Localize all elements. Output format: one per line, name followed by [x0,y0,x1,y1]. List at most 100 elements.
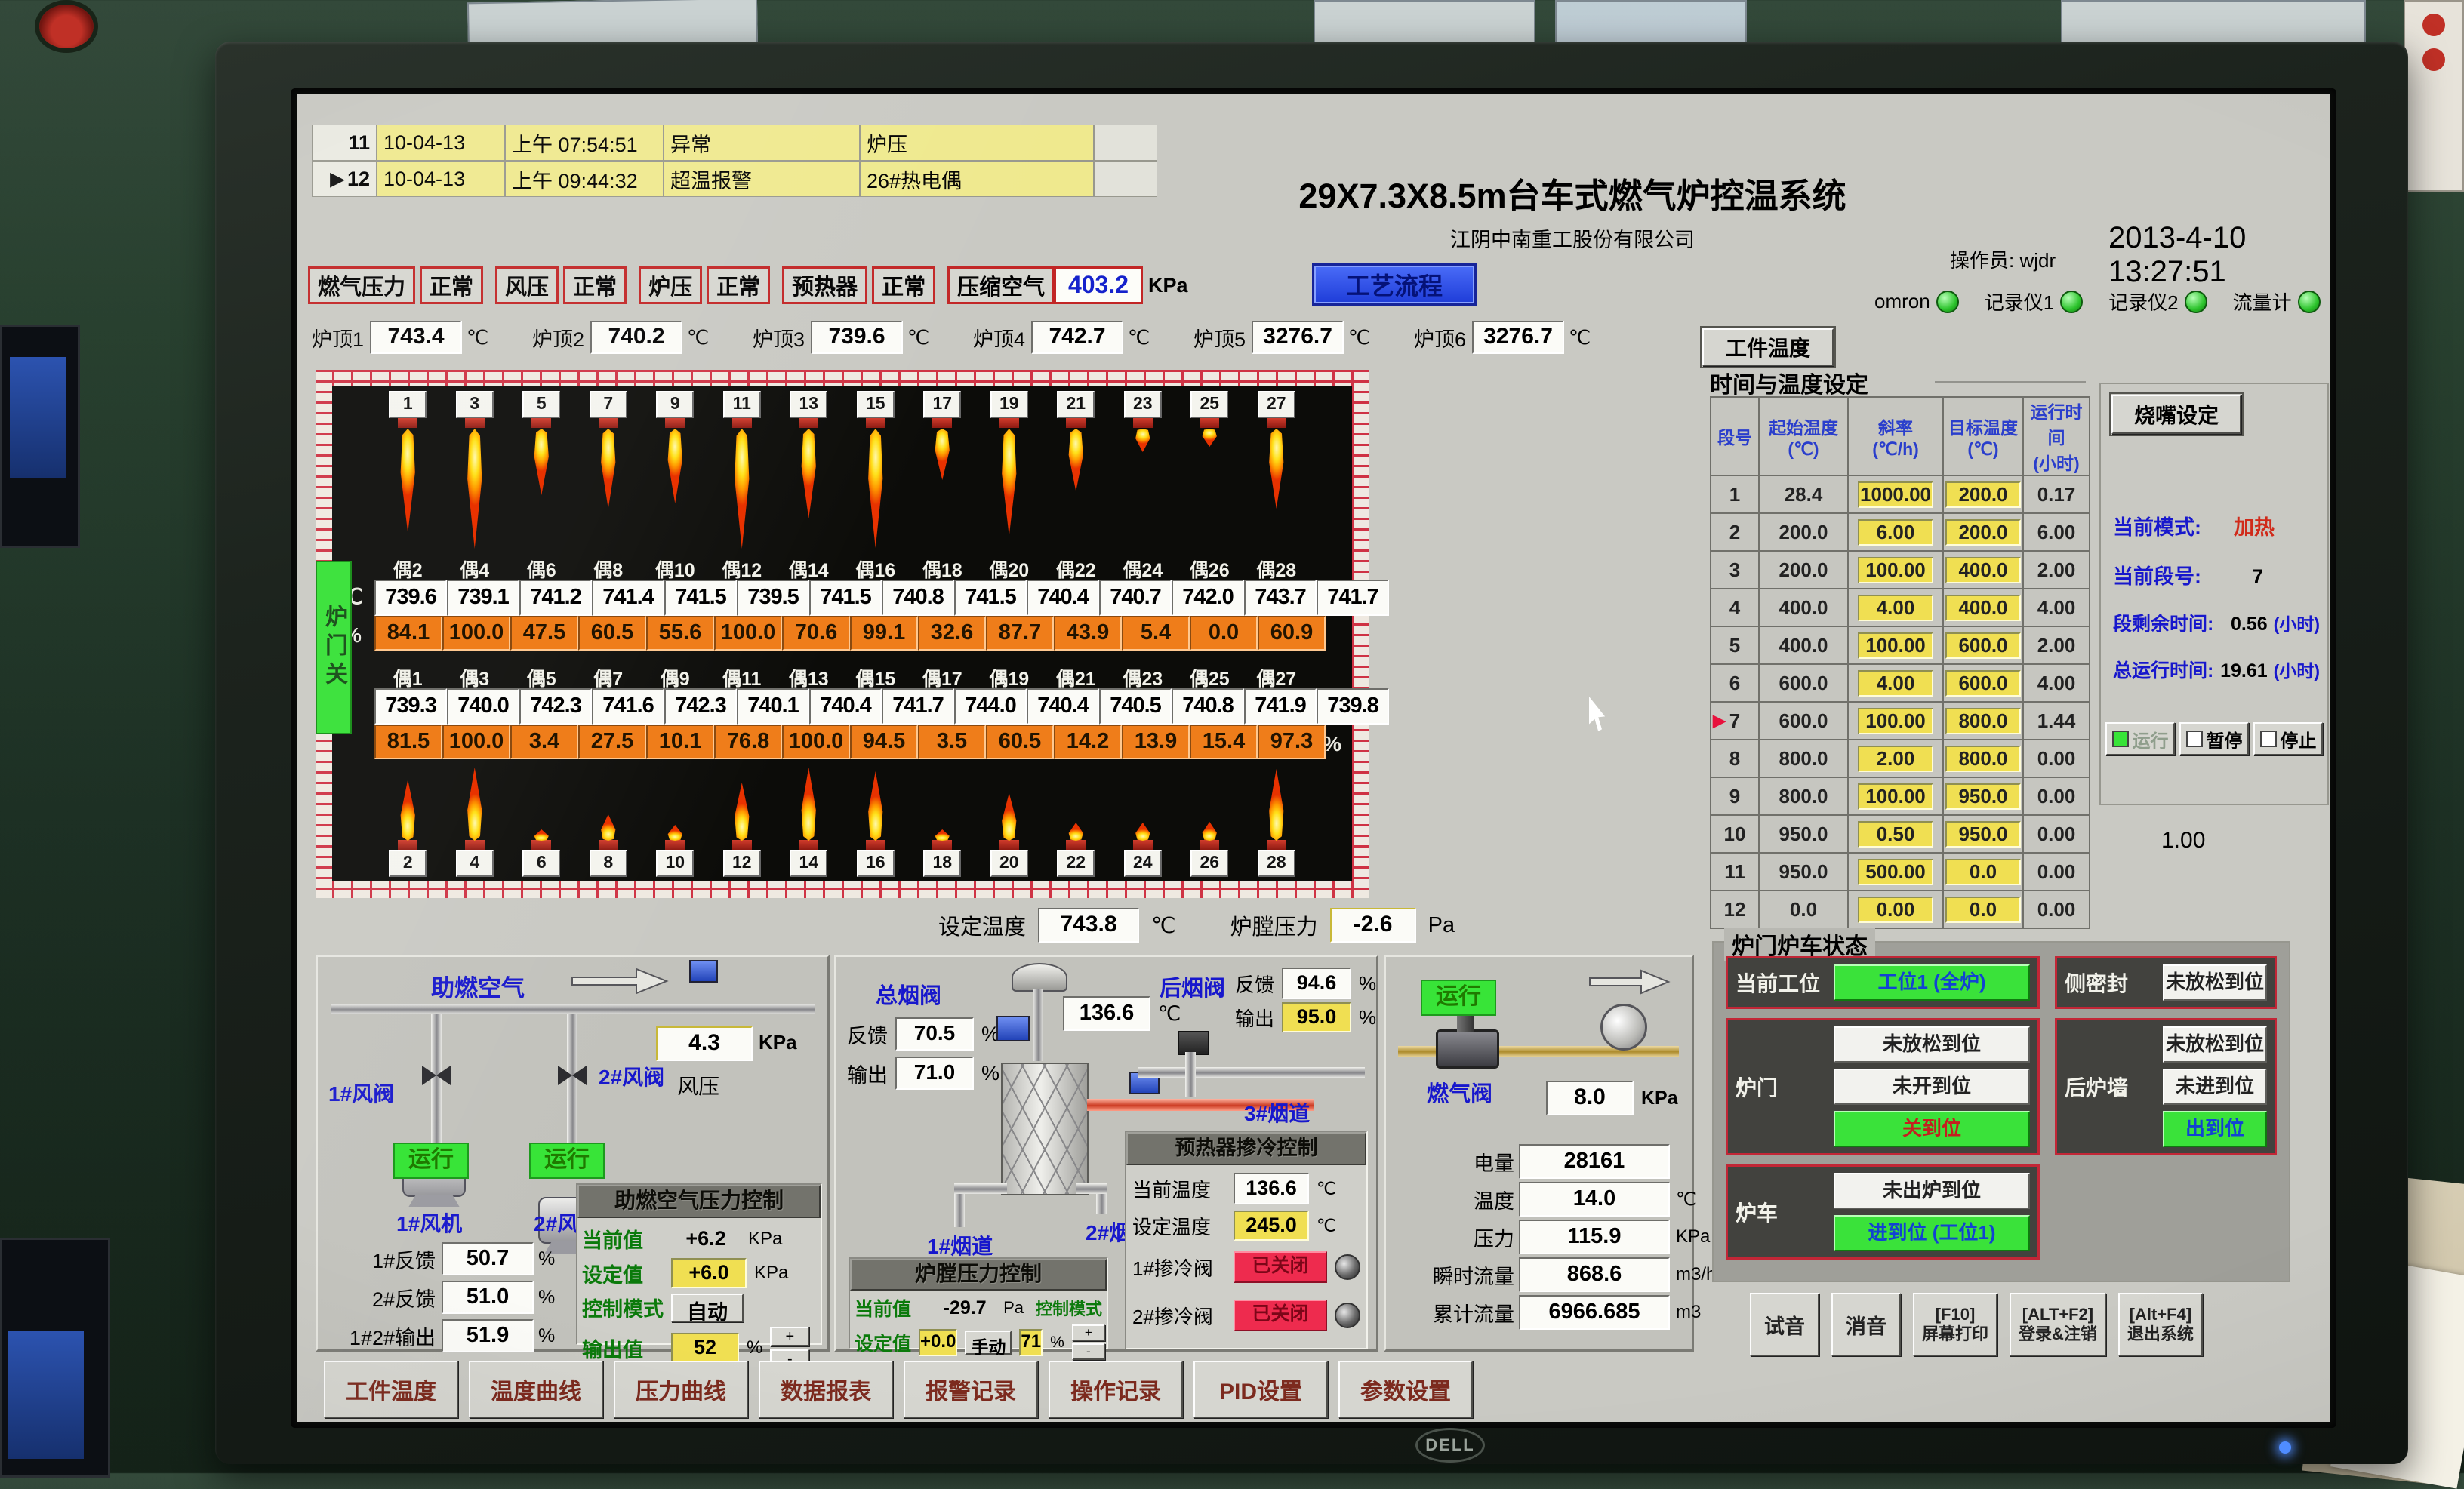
schedule-row[interactable]: 4400.04.00400.04.00 [1711,589,2090,626]
chamber-set-value[interactable]: +0.0 [919,1329,957,1356]
nav-button-数据报表[interactable]: 数据报表 [759,1361,893,1418]
schedule-row[interactable]: 5400.0100.00600.02.00 [1711,626,2090,664]
valve-state-eye-icon[interactable] [1335,1254,1360,1280]
schedule-rate[interactable]: 6.00 [1858,519,1933,546]
schedule-rate[interactable]: 0.50 [1858,821,1933,848]
schedule-row[interactable]: 6600.04.00600.04.00 [1711,664,2090,702]
schedule-rate[interactable]: 0.00 [1858,897,1933,923]
chamber-mode-button[interactable]: 手动 [965,1331,1012,1355]
nav-button-PID设置[interactable]: PID设置 [1194,1361,1328,1418]
flame-column [976,762,1043,841]
chamber-minus-button[interactable]: - [1072,1343,1105,1360]
nav-button-参数设置[interactable]: 参数设置 [1338,1361,1473,1418]
alarm-row-active[interactable]: ▶12 10-04-13 上午 09:44:32 超温报警 26#热电偶 [312,161,1157,197]
burner-number: 18 [923,850,961,877]
device-status-row: omron记录仪1记录仪2流量计 [1874,288,2321,315]
schedule-row[interactable]: 128.41000.00200.00.17 [1711,475,2090,513]
nav-button-工件温度[interactable]: 工件温度 [324,1361,458,1418]
schedule-target-cell: 400.0 [1943,551,2023,589]
furnace-top-temp-2: 炉顶2740.2℃ [532,321,753,354]
schedule-row[interactable]: ▶7600.0100.00800.01.44 [1711,702,2090,740]
burner-top-cell: 13 [775,391,842,428]
rear-duct-pipe [1138,1067,1365,1078]
schedule-row[interactable]: 120.00.000.00.00 [1711,891,2090,928]
cold-valve1-state[interactable]: 已关闭 [1234,1251,1327,1283]
schedule-target[interactable]: 0.0 [1945,859,2021,885]
burner-control-暂停[interactable]: 暂停 [2179,722,2249,755]
chamber-plus-button[interactable]: + [1072,1324,1105,1341]
schedule-rate[interactable]: 100.00 [1858,632,1933,659]
wind-pressure-value: 4.3 [656,1026,753,1061]
schedule-target[interactable]: 200.0 [1945,519,2021,546]
alarm-row[interactable]: 11 10-04-13 上午 07:54:51 异常 炉压 [312,125,1157,161]
schedule-target[interactable]: 200.0 [1945,481,2021,508]
system-button-[Alt+F4][interactable]: [Alt+F4]退出系统 [2118,1293,2203,1356]
furnace-footer: 设定温度 743.8 ℃ 炉膛压力 -2.6 Pa [938,908,1455,943]
nav-button-操作记录[interactable]: 操作记录 [1049,1361,1183,1418]
schedule-rate[interactable]: 100.00 [1858,708,1933,734]
chamber-current-unit: Pa [1003,1298,1024,1318]
flame-column [909,429,976,555]
burner-control-运行[interactable]: 运行 [2105,722,2175,755]
thermocouple-output-cell: 60.9 [1258,616,1326,651]
schedule-target[interactable]: 0.0 [1945,897,2021,923]
thermocouple-output: 87.7 [986,616,1054,651]
schedule-row[interactable]: 11950.0500.000.00.00 [1711,853,2090,891]
wall-instrument [2404,0,2464,192]
schedule-rate[interactable]: 4.00 [1858,670,1933,697]
schedule-target[interactable]: 600.0 [1945,632,2021,659]
flames-top [374,429,1310,555]
chamber-output-value[interactable]: 71 [1019,1329,1043,1356]
system-button-消音[interactable]: 消音 [1831,1293,1901,1356]
schedule-rate[interactable]: 100.00 [1858,557,1933,583]
output-plus-button[interactable]: + [770,1327,809,1346]
nav-button-压力曲线[interactable]: 压力曲线 [614,1361,748,1418]
nav-button-报警记录[interactable]: 报警记录 [904,1361,1038,1418]
workpiece-temp-button[interactable]: 工件温度 [1702,328,1834,366]
valve-state-eye-icon[interactable] [1335,1303,1360,1328]
status-indicator-label: 压缩空气 [947,266,1055,304]
burner-number: 4 [456,850,494,877]
output-value[interactable]: 52 [671,1333,739,1363]
preheater-set-value[interactable]: 245.0 [1234,1211,1309,1241]
schedule-target[interactable]: 800.0 [1945,746,2021,772]
setpoint-value[interactable]: +6.0 [671,1258,747,1288]
control-mode-button[interactable]: 自动 [671,1294,744,1322]
door-car-state-list: 未放松到位 [2163,964,2267,1001]
schedule-target[interactable]: 400.0 [1945,557,2021,583]
system-button-[ALT+F2][interactable]: [ALT+F2]登录&注销 [2010,1293,2106,1356]
thermocouple-output-cell: 0.0 [1190,616,1258,651]
system-button-试音[interactable]: 试音 [1750,1293,1819,1356]
nav-button-温度曲线[interactable]: 温度曲线 [469,1361,603,1418]
schedule-row[interactable]: 10950.00.50950.00.00 [1711,815,2090,853]
schedule-start-temp: 400.0 [1759,626,1848,664]
schedule-target[interactable]: 950.0 [1945,821,2021,848]
schedule-rate[interactable]: 500.00 [1858,859,1933,885]
burner-settings-button[interactable]: 烧嘴设定 [2111,395,2241,434]
cold-valve2-state[interactable]: 已关闭 [1234,1300,1327,1331]
system-button-[F10][interactable]: [F10]屏幕打印 [1913,1293,1997,1356]
schedule-row[interactable]: 2200.06.00200.06.00 [1711,513,2090,551]
burner-number: 1 [389,391,427,418]
burner-number: 11 [723,391,761,418]
schedule-target[interactable]: 800.0 [1945,708,2021,734]
thermocouple-temp-cell: 742.3 [519,688,592,725]
flame-icon [1267,429,1286,509]
process-flow-button[interactable]: 工艺流程 [1312,263,1477,306]
schedule-row[interactable]: 9800.0100.00950.00.00 [1711,777,2090,815]
burner-control-停止[interactable]: 停止 [2253,722,2323,755]
schedule-row[interactable]: 8800.02.00800.00.00 [1711,740,2090,777]
schedule-row[interactable]: 3200.0100.00400.02.00 [1711,551,2090,589]
chamber-current-label: 当前值 [855,1294,926,1321]
burner-stub-icon [398,840,417,850]
schedule-target[interactable]: 950.0 [1945,783,2021,810]
schedule-target[interactable]: 600.0 [1945,670,2021,697]
flow-arrow-icon [571,968,669,995]
schedule-rate[interactable]: 100.00 [1858,783,1933,810]
schedule-rate[interactable]: 4.00 [1858,595,1933,621]
schedule-rate[interactable]: 2.00 [1858,746,1933,772]
schedule-target-cell: 600.0 [1943,626,2023,664]
rear-flue-valve-label: 后烟阀 [1160,971,1225,1002]
schedule-rate[interactable]: 1000.00 [1858,481,1933,508]
schedule-target[interactable]: 400.0 [1945,595,2021,621]
